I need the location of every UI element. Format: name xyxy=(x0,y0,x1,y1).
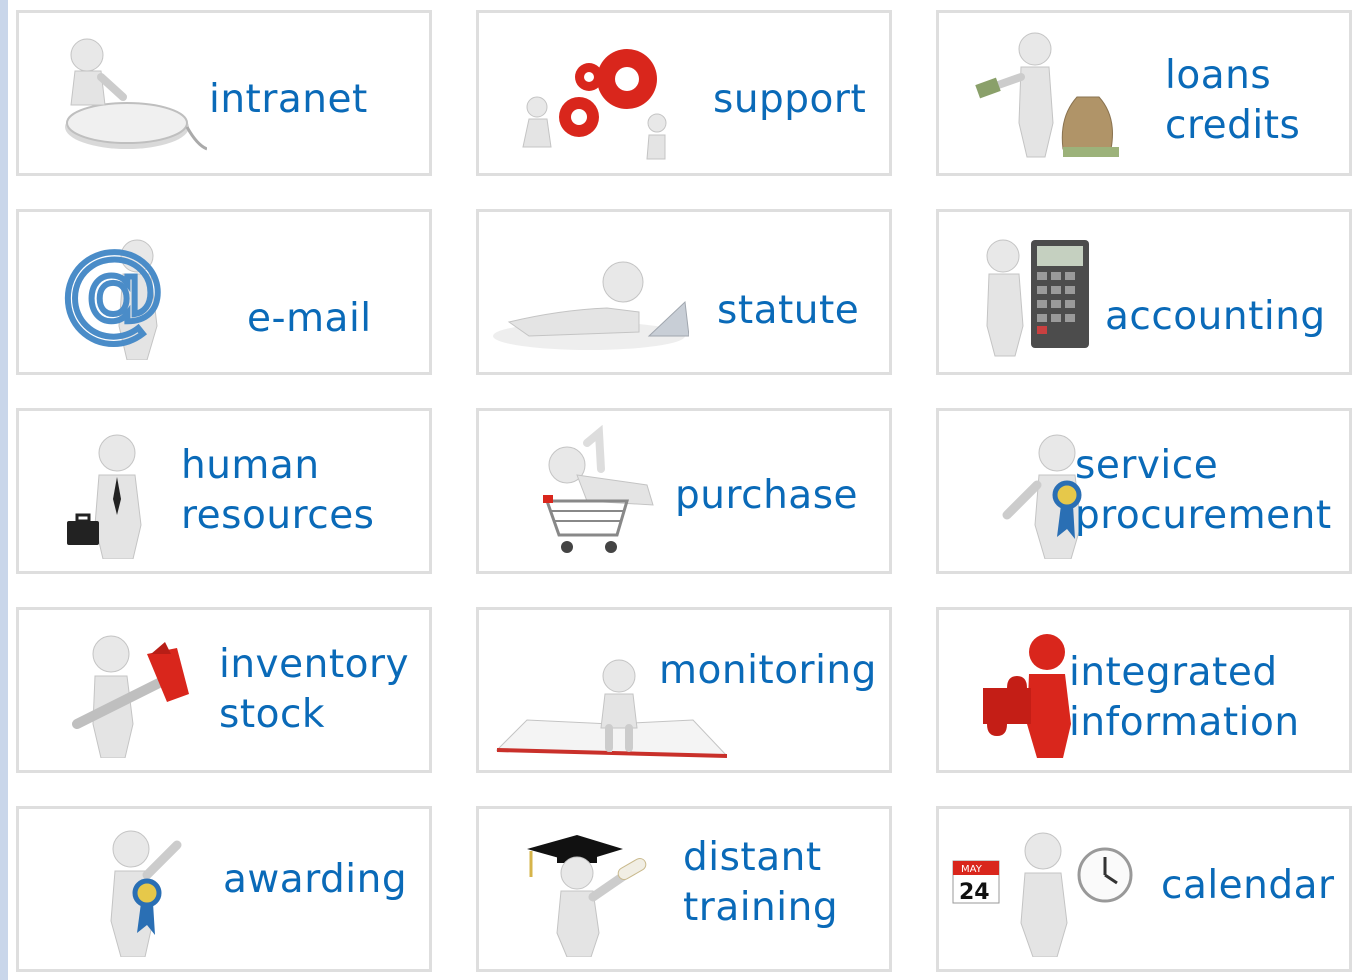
tile-human-resources[interactable]: human resources xyxy=(16,408,432,574)
tile-label: integrated information xyxy=(1069,650,1300,745)
tile-support[interactable]: support xyxy=(476,10,892,176)
wrench-figure-icon xyxy=(47,624,207,759)
tile-label: statute xyxy=(717,288,860,333)
tile-label: inventory stock xyxy=(219,642,410,737)
tile-awarding[interactable]: awarding xyxy=(16,806,432,972)
medal-figure-icon xyxy=(47,823,207,958)
at-sign-figure-icon: @ xyxy=(47,226,207,361)
tile-label: service procurement xyxy=(1075,443,1332,538)
tile-monitoring[interactable]: monitoring xyxy=(476,607,892,773)
tile-integrated-information[interactable]: integrated information xyxy=(936,607,1352,773)
mouse-figure-icon xyxy=(47,27,208,161)
shopping-cart-figure-icon xyxy=(507,424,667,559)
tile-label: awarding xyxy=(223,857,408,902)
tile-label: purchase xyxy=(675,473,859,518)
tile-label: monitoring xyxy=(659,648,877,693)
tile-accounting[interactable]: accounting xyxy=(936,209,1352,375)
calendar-clock-figure-icon: MAY 24 xyxy=(947,823,1137,958)
tile-label: e-mail xyxy=(247,296,372,341)
svg-text:@: @ xyxy=(61,229,165,351)
tile-label: human resources xyxy=(181,443,375,538)
tile-statute[interactable]: statute xyxy=(476,209,892,375)
tile-label: intranet xyxy=(209,77,368,122)
tile-e-mail[interactable]: @ e-mail xyxy=(16,209,432,375)
calculator-figure-icon xyxy=(967,226,1127,360)
tile-calendar[interactable]: MAY 24 calendar xyxy=(936,806,1352,972)
laptop-figure-icon xyxy=(489,226,690,360)
left-edge-rule xyxy=(0,0,8,980)
tile-inventory-stock[interactable]: inventory stock xyxy=(16,607,432,773)
tile-distant-training[interactable]: distant training xyxy=(476,806,892,972)
tile-label: accounting xyxy=(1105,294,1326,339)
calendar-month-text: MAY xyxy=(961,864,983,875)
money-bag-figure-icon xyxy=(967,27,1127,161)
graduate-figure-icon xyxy=(507,823,667,958)
tile-label: distant training xyxy=(683,835,839,930)
calendar-day-text: 24 xyxy=(959,880,990,905)
tile-loans-credits[interactable]: loans credits xyxy=(936,10,1352,176)
gears-figure-icon xyxy=(507,27,667,161)
tile-intranet[interactable]: intranet xyxy=(16,10,432,176)
menu-grid: intranet support loans credits @ e-mail … xyxy=(8,0,1364,980)
tile-label: support xyxy=(713,77,867,122)
tile-label: loans credits xyxy=(1165,53,1301,148)
tile-service-procurement[interactable]: service procurement xyxy=(936,408,1352,574)
tile-purchase[interactable]: purchase xyxy=(476,408,892,574)
tile-label: calendar xyxy=(1161,863,1335,908)
